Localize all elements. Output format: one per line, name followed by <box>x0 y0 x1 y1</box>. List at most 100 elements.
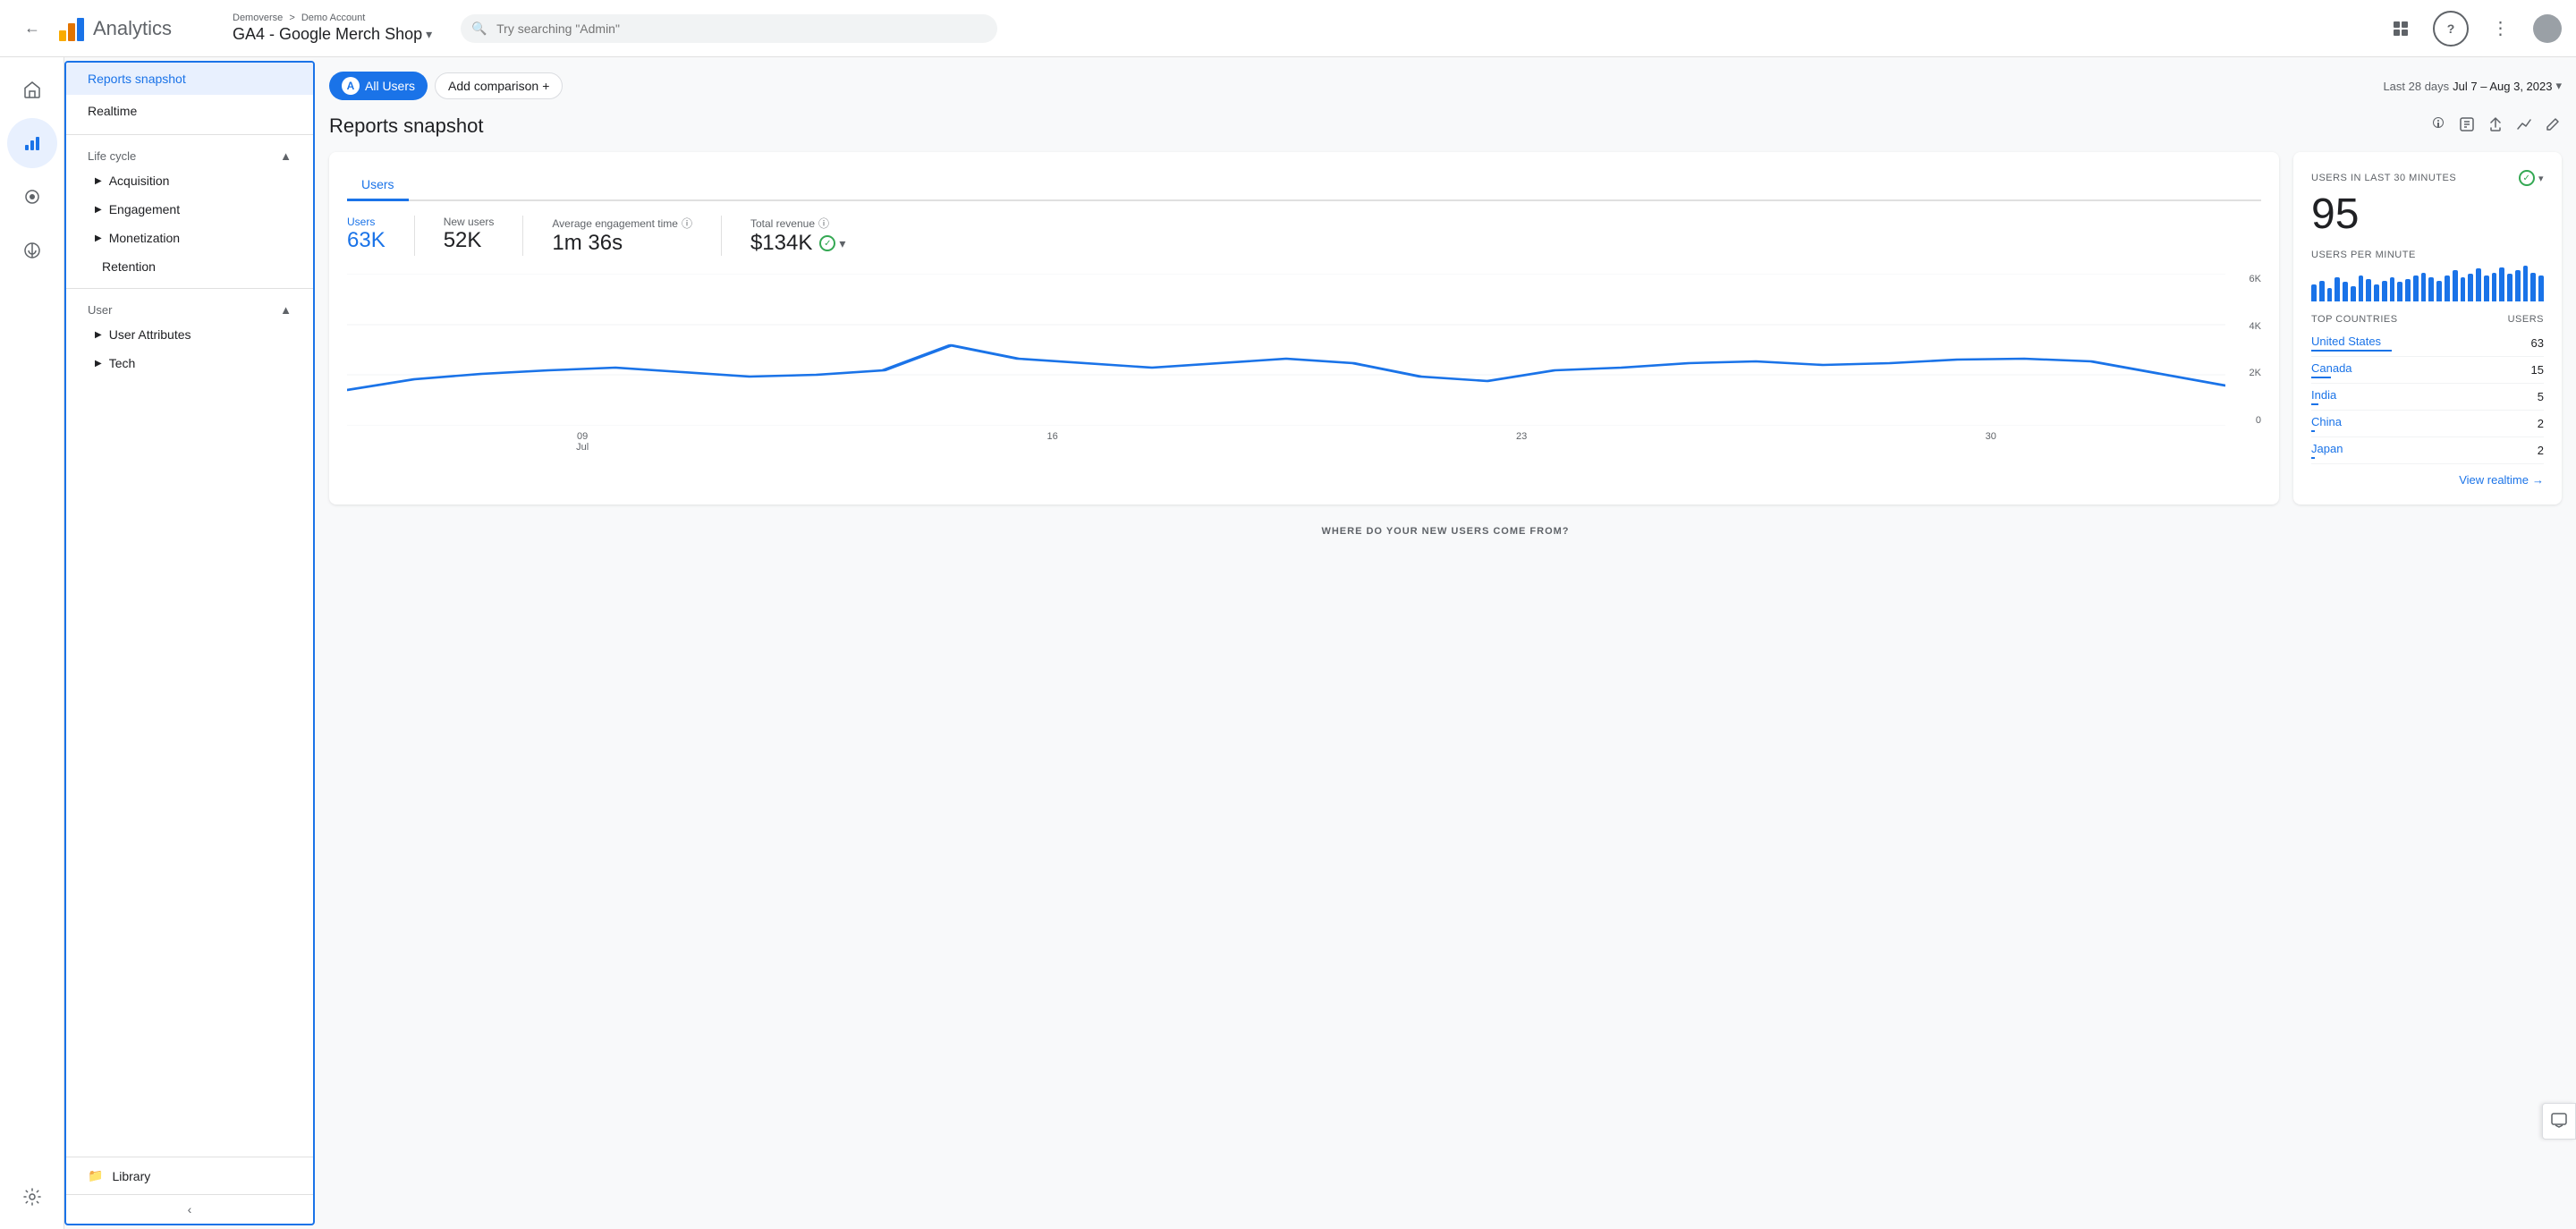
sidebar-item-monetization[interactable]: ▶ Monetization <box>66 224 313 252</box>
country-bar <box>2311 377 2331 378</box>
apps-grid-button[interactable] <box>2383 11 2419 47</box>
user-section[interactable]: User ▲ <box>66 296 313 320</box>
breadcrumb: Demoverse > Demo Account <box>233 13 432 23</box>
realtime-dropdown-icon[interactable]: ▾ <box>2538 173 2544 184</box>
users-metric-label: Users <box>347 216 386 228</box>
country-row: India 5 <box>2311 384 2544 411</box>
mini-bar <box>2492 273 2497 301</box>
country-row: United States 63 <box>2311 330 2544 357</box>
mini-bar <box>2515 270 2521 301</box>
insights-button[interactable] <box>2429 115 2447 138</box>
country-bar <box>2311 457 2315 459</box>
share-button[interactable] <box>2487 115 2504 138</box>
page-title: Reports snapshot <box>329 114 483 138</box>
country-users: 2 <box>2538 417 2544 430</box>
property-selector[interactable]: Demoverse > Demo Account GA4 - Google Me… <box>233 13 432 44</box>
topbar: ← Analytics Demoverse > Demo Account GA4… <box>0 0 2576 57</box>
sidebar-item-reports-snapshot[interactable]: Reports snapshot <box>66 63 313 95</box>
country-name[interactable]: Japan <box>2311 442 2343 455</box>
sidebar-item-realtime[interactable]: Realtime <box>66 95 313 127</box>
mini-bar <box>2453 270 2458 301</box>
mini-bar <box>2351 286 2356 301</box>
library-icon: 📁 <box>88 1168 103 1183</box>
nav-advertising[interactable] <box>7 225 57 275</box>
search-bar[interactable] <box>461 14 997 43</box>
search-input[interactable] <box>461 14 997 43</box>
mini-bars-chart <box>2311 266 2544 301</box>
countries-header: TOP COUNTRIES USERS <box>2311 314 2544 325</box>
app-title: Analytics <box>93 17 172 40</box>
mini-bar <box>2390 277 2395 301</box>
country-users: 15 <box>2531 363 2544 377</box>
icon-nav <box>0 57 64 1229</box>
add-comparison-button[interactable]: Add comparison + <box>435 72 563 99</box>
sidebar-item-retention[interactable]: Retention <box>66 252 313 281</box>
edit-button[interactable] <box>2544 115 2562 138</box>
all-users-badge[interactable]: A All Users <box>329 72 428 100</box>
mini-bar <box>2366 279 2371 301</box>
nav-home[interactable] <box>7 64 57 114</box>
realtime-header: USERS IN LAST 30 MINUTES ▾ <box>2311 170 2544 186</box>
engagement-expand-icon: ▶ <box>95 205 102 215</box>
sidebar-item-user-attributes[interactable]: ▶ User Attributes <box>66 320 313 349</box>
view-trends-button[interactable] <box>2515 115 2533 138</box>
chart-svg <box>347 274 2225 426</box>
realtime-label: Realtime <box>88 104 137 118</box>
total-revenue-value: $134K <box>750 231 812 256</box>
analytics-logo <box>57 14 86 43</box>
sidebar-item-engagement[interactable]: ▶ Engagement <box>66 195 313 224</box>
total-revenue-label: Total revenue ⓘ <box>750 216 845 231</box>
mini-bar <box>2538 275 2544 301</box>
country-name[interactable]: China <box>2311 415 2342 428</box>
country-users: 63 <box>2531 336 2544 350</box>
sidebar-item-tech[interactable]: ▶ Tech <box>66 349 313 377</box>
country-bar <box>2311 350 2392 352</box>
date-range-selector[interactable]: Last 28 days Jul 7 – Aug 3, 2023 ▾ <box>2383 79 2562 93</box>
date-chevron-icon: ▾ <box>2555 79 2562 93</box>
country-bar <box>2311 403 2318 405</box>
country-users: 5 <box>2538 390 2544 403</box>
mini-bar <box>2343 282 2348 301</box>
content-area: A All Users Add comparison + Last 28 day… <box>315 57 2576 1229</box>
metric-divider-3 <box>721 216 722 256</box>
nav-explore[interactable] <box>7 172 57 222</box>
mini-bar <box>2530 273 2536 301</box>
lifecycle-section[interactable]: Life cycle ▲ <box>66 142 313 166</box>
topbar-left: ← Analytics <box>14 11 211 47</box>
revenue-dropdown-icon[interactable]: ▾ <box>839 236 845 251</box>
account-selector[interactable]: GA4 - Google Merch Shop ▾ <box>233 25 432 44</box>
upm-label: USERS PER MINUTE <box>2311 250 2544 260</box>
nav-settings[interactable] <box>7 1172 57 1222</box>
feedback-button[interactable] <box>2542 1103 2576 1140</box>
page-header: Reports snapshot <box>329 114 2562 138</box>
sidebar-collapse-button[interactable]: ‹ <box>66 1194 313 1224</box>
avatar[interactable] <box>2533 14 2562 43</box>
view-realtime-link[interactable]: View realtime → <box>2311 473 2544 487</box>
users-tab[interactable]: Users <box>347 170 409 201</box>
sidebar-item-library[interactable]: 📁 Library <box>66 1157 313 1194</box>
country-name[interactable]: Canada <box>2311 361 2352 375</box>
user-collapse-icon: ▲ <box>280 303 292 317</box>
metric-divider-2 <box>522 216 523 256</box>
help-button[interactable]: ? <box>2433 11 2469 47</box>
mini-bar <box>2484 275 2489 301</box>
mini-bar <box>2499 267 2504 301</box>
nav-reports[interactable] <box>7 118 57 168</box>
chart-area: 6K 4K 2K 0 <box>347 274 2261 453</box>
info-icon: ⓘ <box>682 216 692 231</box>
country-name[interactable]: United States <box>2311 335 2392 348</box>
status-indicator <box>819 235 835 251</box>
revenue-info-icon: ⓘ <box>818 216 829 231</box>
mini-bar <box>2428 277 2434 301</box>
filter-bar: A All Users Add comparison + Last 28 day… <box>329 72 2562 100</box>
country-name[interactable]: India <box>2311 388 2336 402</box>
back-button[interactable]: ← <box>14 11 50 47</box>
users-metric: Users 63K <box>347 216 386 256</box>
realtime-value: 95 <box>2311 190 2544 239</box>
avg-engagement-value: 1m 36s <box>552 231 692 256</box>
chart-x-labels: 09Jul 16 23 30 <box>347 431 2225 453</box>
realtime-status-dot <box>2519 170 2535 186</box>
sidebar-item-acquisition[interactable]: ▶ Acquisition <box>66 166 313 195</box>
customize-report-button[interactable] <box>2458 115 2476 138</box>
more-options-button[interactable]: ⋮ <box>2483 11 2519 47</box>
